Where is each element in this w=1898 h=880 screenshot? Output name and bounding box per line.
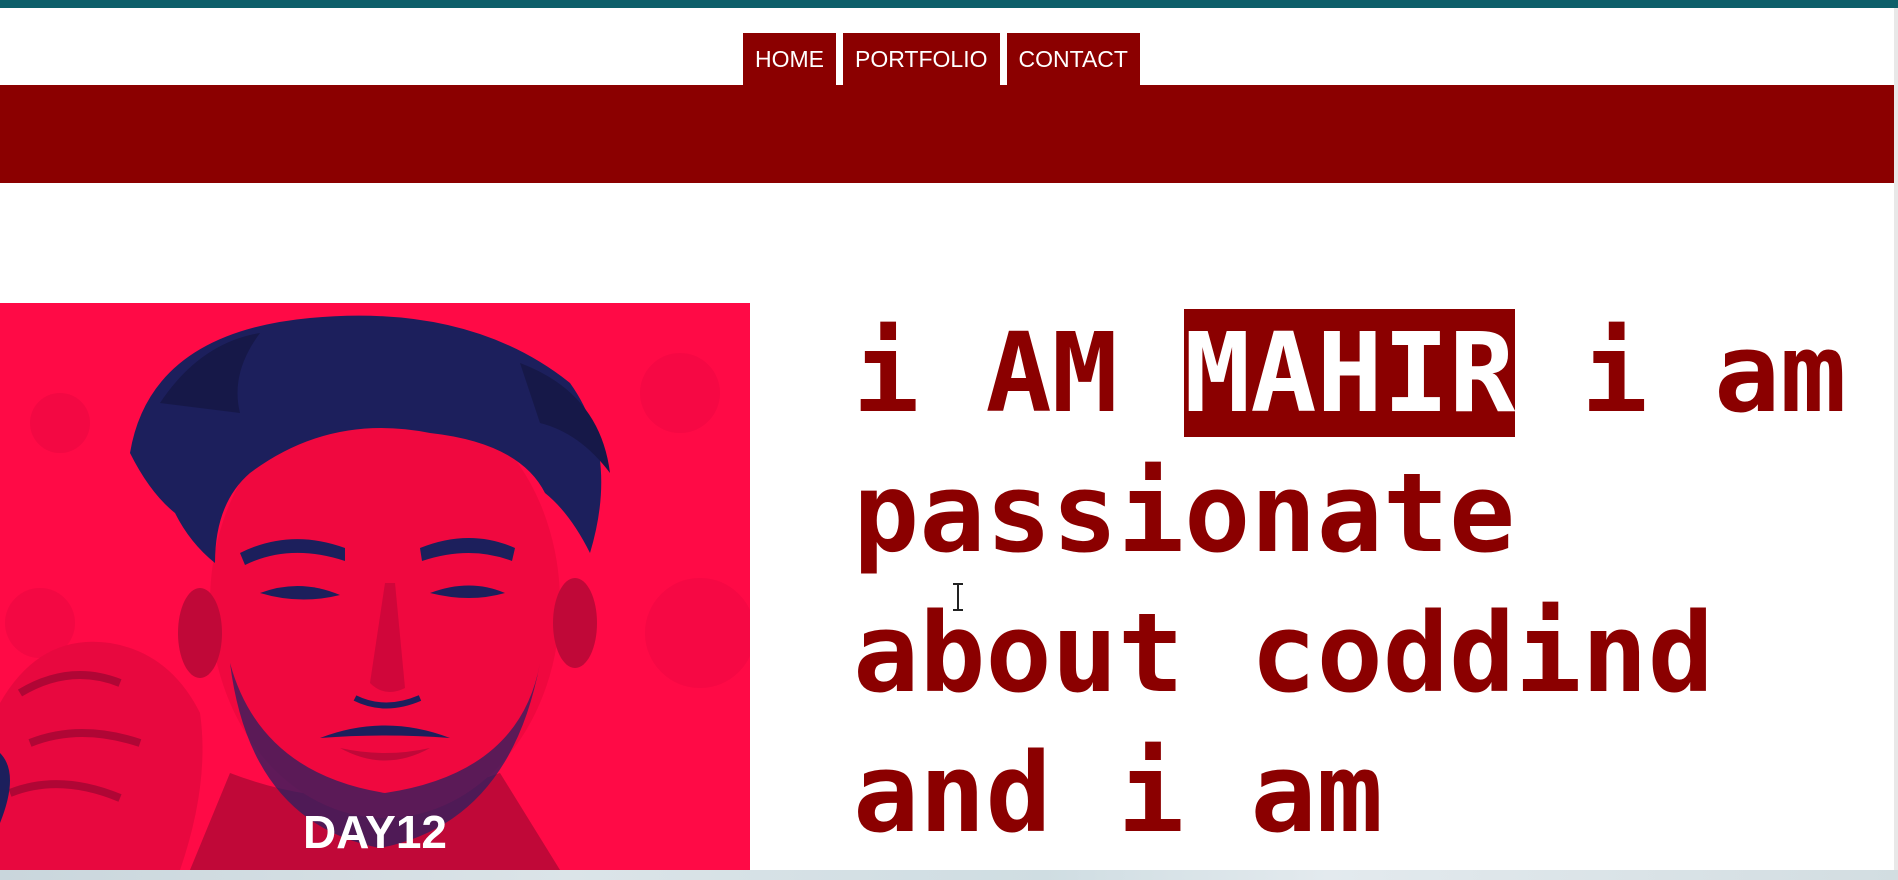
taskbar-strip [0, 870, 1898, 880]
hero-headline: i AM MAHIR i am passionate about coddind… [853, 303, 1873, 863]
nav-portfolio-link[interactable]: PORTFOLIO [843, 33, 1000, 85]
photo-caption: DAY12 [302, 806, 448, 858]
headline-name-highlight: MAHIR [1184, 309, 1516, 437]
nav-home-link[interactable]: HOME [743, 33, 836, 85]
window-right-edge [1894, 8, 1898, 870]
text-cursor-icon [953, 583, 963, 611]
browser-top-strip [0, 0, 1898, 8]
header-banner [0, 85, 1894, 183]
main-nav: HOME PORTFOLIO CONTACT [743, 33, 1140, 85]
portrait-illustration [0, 303, 750, 870]
page-viewport: HOME PORTFOLIO CONTACT DAY12 i AM MAHIR … [0, 8, 1894, 870]
headline-intro: i AM [853, 309, 1185, 437]
nav-contact-link[interactable]: CONTACT [1006, 33, 1140, 85]
profile-photo: DAY12 [0, 303, 750, 870]
